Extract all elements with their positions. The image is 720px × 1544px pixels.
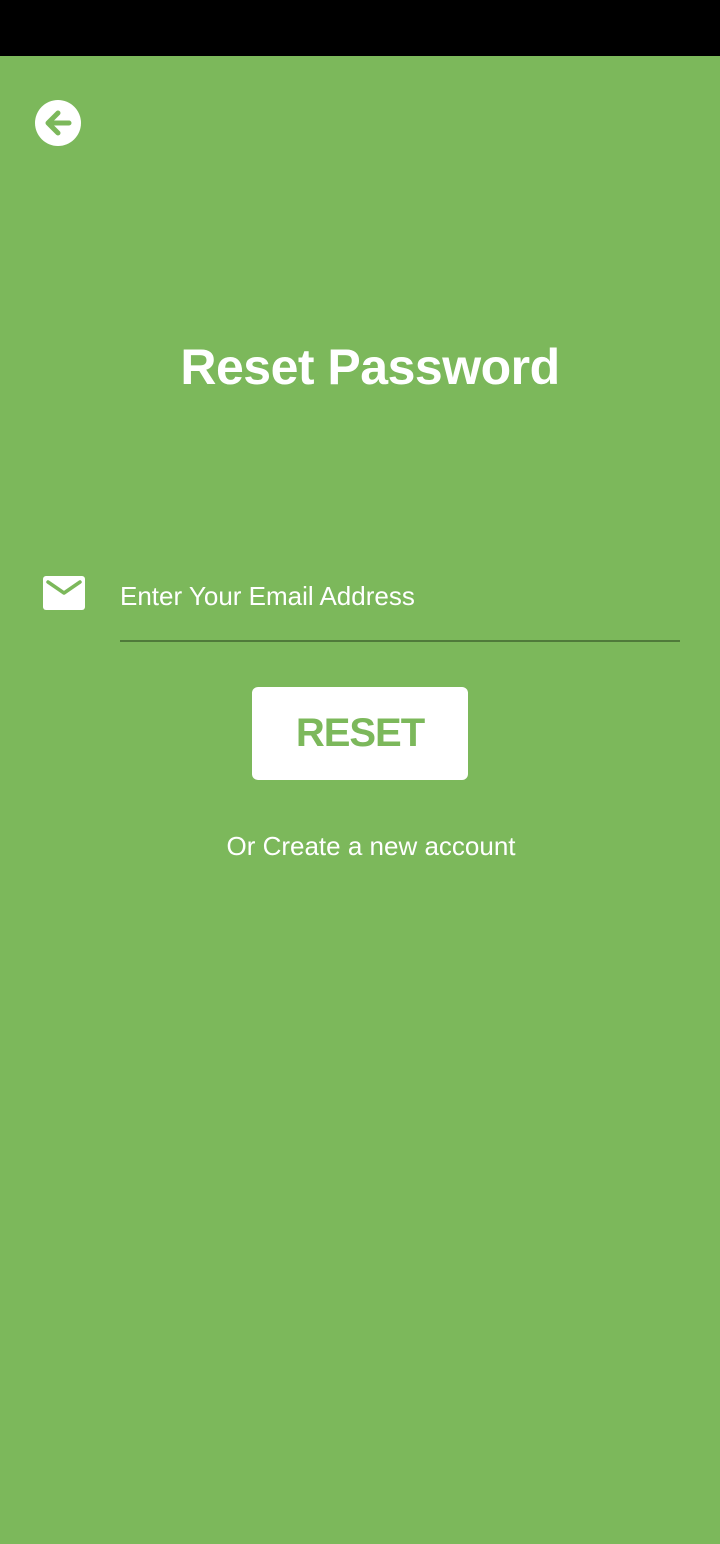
arrow-left-circle-icon [35,100,81,146]
back-button[interactable] [34,99,82,147]
email-field [120,556,680,642]
email-input[interactable] [120,576,680,616]
create-account-link[interactable]: Or Create a new account [0,831,720,862]
reset-button[interactable]: RESET [252,687,468,780]
reset-password-screen: Reset Password RESET Or Create a new acc… [0,56,720,1544]
page-title: Reset Password [180,339,560,395]
status-bar [0,0,720,56]
mail-icon [43,576,85,610]
